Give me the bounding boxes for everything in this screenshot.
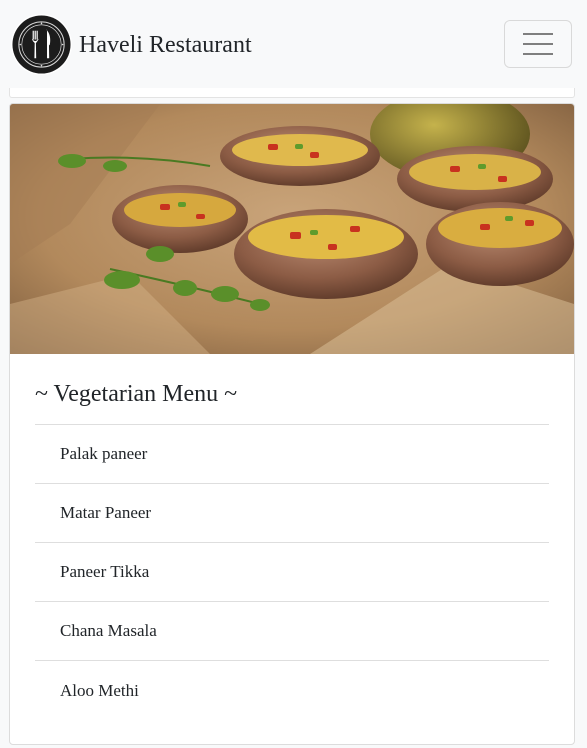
hamburger-icon-line-2 — [523, 43, 553, 45]
hamburger-icon-line-3 — [523, 53, 553, 55]
fork-knife-logo-icon — [10, 13, 73, 76]
collapsed-nav-strip — [9, 88, 575, 98]
brand-link[interactable]: Haveli Restaurant — [10, 13, 252, 76]
navbar: Haveli Restaurant — [0, 0, 587, 90]
navbar-toggle-button[interactable] — [504, 20, 572, 68]
menu-card: ~ Vegetarian Menu ~ Palak paneer Matar P… — [9, 103, 575, 745]
menu-list: Palak paneer Matar Paneer Paneer Tikka C… — [35, 424, 549, 720]
menu-title: ~ Vegetarian Menu ~ — [35, 381, 238, 407]
brand-name: Haveli Restaurant — [79, 31, 252, 58]
menu-item-paneer-tikka[interactable]: Paneer Tikka — [35, 542, 549, 601]
menu-item-palak-paneer[interactable]: Palak paneer — [35, 424, 549, 483]
menu-item-chana-masala[interactable]: Chana Masala — [35, 601, 549, 660]
stuffed-mushrooms-photo — [10, 104, 574, 354]
hamburger-icon — [523, 33, 553, 35]
menu-item-aloo-methi[interactable]: Aloo Methi — [35, 660, 549, 720]
menu-item-matar-paneer[interactable]: Matar Paneer — [35, 483, 549, 542]
